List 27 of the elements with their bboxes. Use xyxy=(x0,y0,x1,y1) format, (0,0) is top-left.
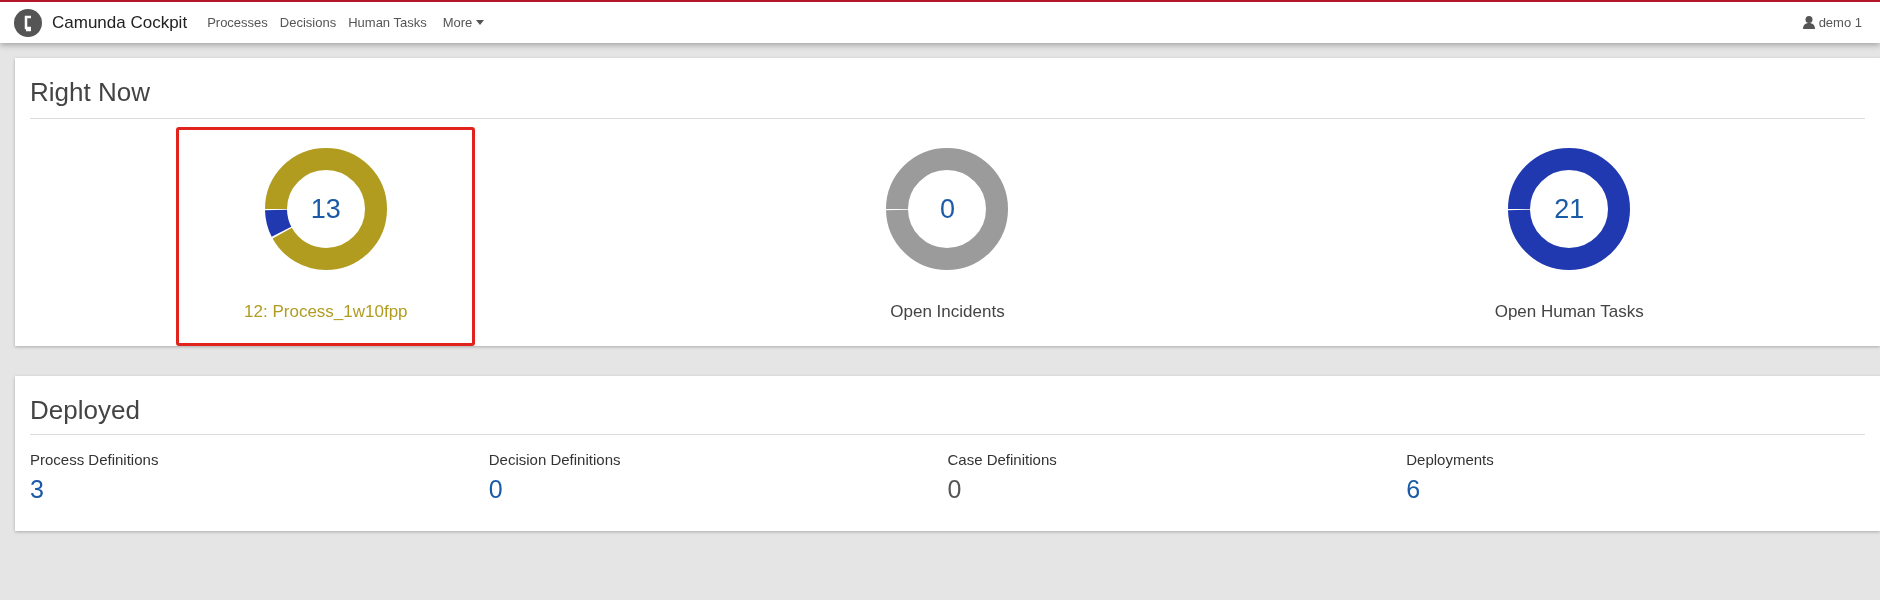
user-name[interactable]: demo 1 xyxy=(1818,12,1862,33)
nav-link[interactable]: Processes xyxy=(207,12,268,33)
stat-label: Deployments xyxy=(1406,450,1494,470)
panel-title: Right Now xyxy=(30,76,1865,119)
stat-label: Case Definitions xyxy=(947,450,1057,470)
nav-link[interactable]: Human Tasks xyxy=(348,12,427,33)
caret-icon xyxy=(476,20,485,25)
brand-title[interactable]: Camunda Cockpit xyxy=(52,9,188,36)
panel-title: Deployed xyxy=(30,394,1865,435)
logo-icon xyxy=(14,8,42,37)
stat-link[interactable]: 3 xyxy=(30,471,44,506)
stat-label: Process Definitions xyxy=(30,450,159,470)
process-card[interactable]: 0 Open Incidents xyxy=(798,127,1097,346)
nav-link[interactable]: Decisions xyxy=(279,12,337,33)
count-value[interactable]: 0 xyxy=(885,147,1010,271)
more-menu[interactable]: More xyxy=(442,12,485,33)
stat-link[interactable]: 6 xyxy=(1406,471,1421,506)
process-card[interactable]: 13 12: Process_1w10fpp xyxy=(176,127,476,346)
chart-label[interactable]: Open Human Tasks xyxy=(1494,299,1644,325)
stat-label: Decision Definitions xyxy=(488,450,621,470)
count-value[interactable]: 13 xyxy=(263,147,388,271)
stat-link[interactable]: 0 xyxy=(488,471,503,506)
chart-label[interactable]: Open Incidents xyxy=(890,299,1005,325)
user-icon xyxy=(1802,16,1815,29)
process-card[interactable]: 21 Open Human Tasks xyxy=(1419,127,1719,346)
count-value[interactable]: 21 xyxy=(1507,147,1632,271)
stat-number: 0 xyxy=(947,473,962,505)
